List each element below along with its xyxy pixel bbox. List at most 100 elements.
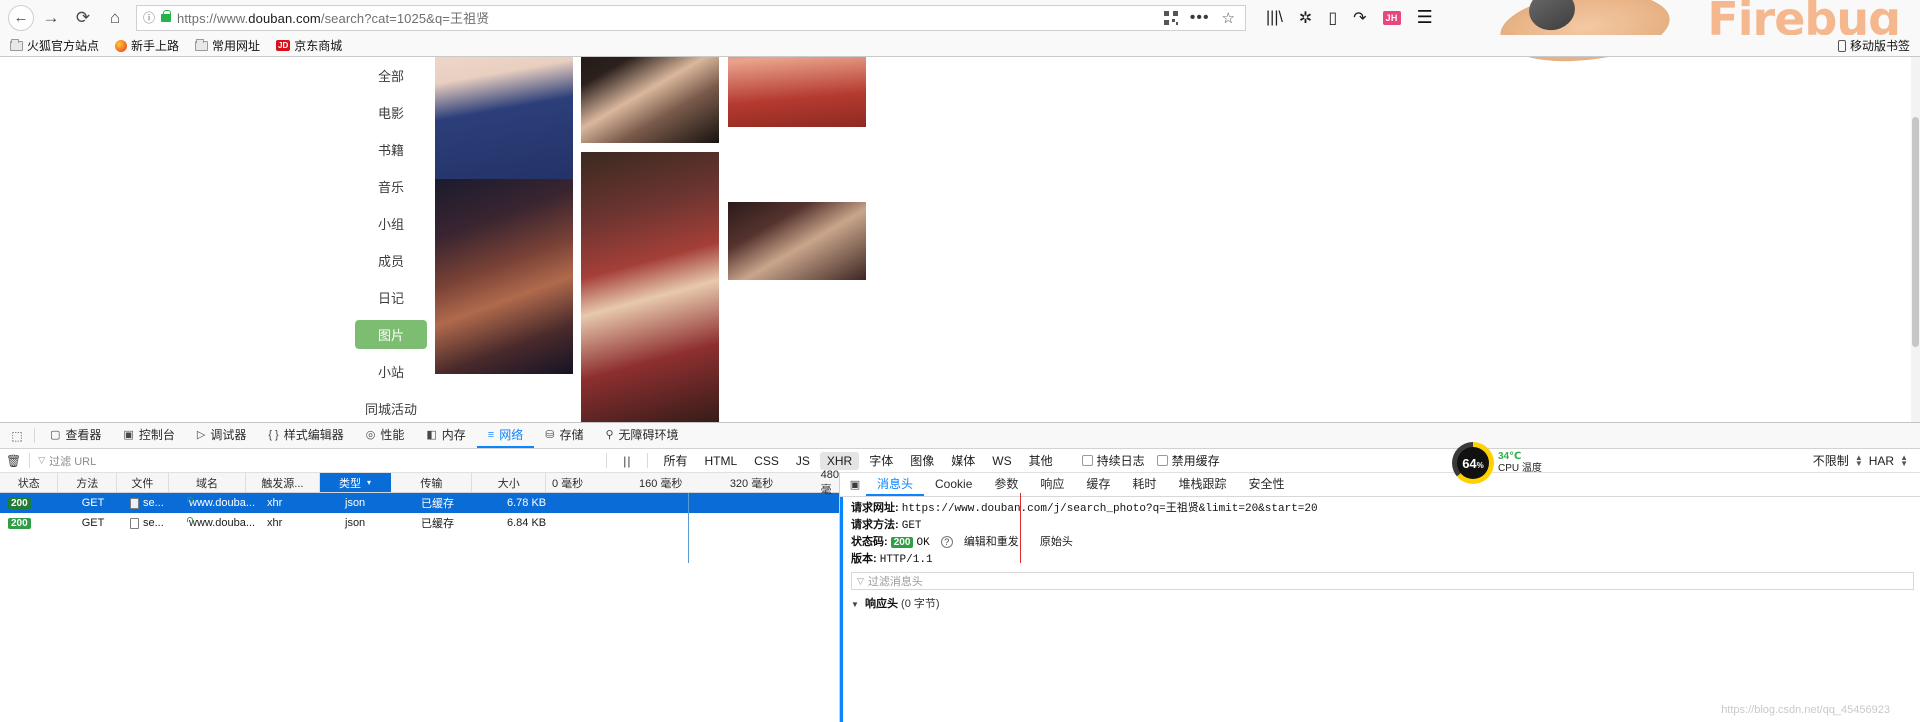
detail-tab-security[interactable]: 安全性	[1237, 473, 1295, 496]
column-header-initiator[interactable]: 触发源...	[246, 473, 320, 492]
detail-tab-timings[interactable]: 耗时	[1121, 473, 1167, 496]
throttle-stepper-icon[interactable]: ▲ ▼	[1855, 453, 1863, 467]
column-header-file[interactable]: 文件	[117, 473, 169, 492]
forward-button[interactable]: →	[36, 3, 66, 33]
tab-console[interactable]: ▣ 控制台	[112, 423, 185, 448]
sidebar-item-music[interactable]: 音乐	[355, 168, 427, 205]
column-header-transfer[interactable]: 传输	[391, 473, 473, 492]
sidebar-item-movie[interactable]: 电影	[355, 94, 427, 131]
disable-cache-checkbox[interactable]: 禁用缓存	[1156, 452, 1220, 469]
cell-file: se...	[143, 497, 164, 509]
photo-thumbnail[interactable]	[435, 57, 573, 197]
cpu-temperature-widget[interactable]: 64% 34℃ CPU 温度	[1452, 442, 1542, 484]
table-row[interactable]: 200 GET se... www.douba... xhr json 已缓存 …	[0, 493, 839, 513]
tab-storage[interactable]: ⛁ 存储	[534, 423, 594, 448]
har-stepper-icon[interactable]: ▲ ▼	[1900, 453, 1908, 467]
gear-icon[interactable]: ✲	[1299, 8, 1312, 28]
reload-button[interactable]: ⟳	[68, 3, 98, 33]
sidebar-item-book[interactable]: 书籍	[355, 131, 427, 168]
filter-js[interactable]: JS	[789, 452, 817, 470]
detail-tab-response[interactable]: 响应	[1029, 473, 1075, 496]
bookmark-item-1[interactable]: 新手上路	[115, 37, 179, 54]
tab-inspector[interactable]: ▢ 查看器	[39, 423, 112, 448]
filter-ws[interactable]: WS	[985, 452, 1018, 470]
filter-xhr[interactable]: XHR	[819, 451, 860, 470]
browser-navbar: ← → ⟳ ⌂ ⓘ https://www.douban.com/search?…	[0, 0, 1920, 69]
menu-icon[interactable]: ☰	[1417, 7, 1433, 28]
detail-tab-params[interactable]: 参数	[983, 473, 1029, 496]
detail-tab-stacktrace[interactable]: 堆栈跟踪	[1167, 473, 1237, 496]
sidebar-item-label: 书籍	[377, 143, 404, 158]
page-actions-icon[interactable]: •••	[1190, 9, 1210, 25]
sidebar-icon[interactable]: ▯	[1328, 8, 1337, 28]
sidebar-item-member[interactable]: 成员	[355, 242, 427, 279]
photo-thumbnail[interactable]	[581, 152, 719, 422]
page-scrollbar-thumb[interactable]	[1912, 117, 1919, 347]
photo-thumbnail[interactable]	[581, 57, 719, 143]
back-button[interactable]: ←	[8, 4, 34, 31]
persist-logs-checkbox[interactable]: 持续日志	[1081, 452, 1145, 469]
header-filter-input[interactable]: ▽ 过滤消息头	[851, 572, 1914, 590]
sidebar-item-diary[interactable]: 日记	[355, 279, 427, 316]
bookmark-item-0[interactable]: 火狐官方站点	[10, 37, 99, 54]
filter-other[interactable]: 其他	[1022, 450, 1060, 471]
clear-requests-icon[interactable]: 🗑	[6, 454, 21, 468]
library-icon[interactable]: |||\	[1266, 9, 1283, 27]
tab-memory[interactable]: ◧ 内存	[415, 423, 476, 448]
detail-tab-headers[interactable]: 消息头	[866, 473, 925, 496]
qr-code-icon[interactable]	[1163, 10, 1178, 25]
filter-css[interactable]: CSS	[747, 452, 786, 470]
sidebar-item-event[interactable]: 同城活动	[355, 390, 427, 422]
network-timeline-area	[0, 493, 1021, 722]
url-filter-input[interactable]: ▽ 过滤 URL	[38, 452, 598, 470]
throttle-select[interactable]: 不限制	[1813, 452, 1849, 469]
sidebar-item-all[interactable]: 全部	[355, 57, 427, 94]
photo-thumbnail[interactable]	[435, 179, 573, 374]
tab-style-editor[interactable]: { } 样式编辑器	[257, 423, 354, 448]
column-header-method[interactable]: 方法	[58, 473, 117, 492]
filter-font[interactable]: 字体	[862, 450, 900, 471]
column-header-status[interactable]: 状态	[0, 473, 59, 492]
site-info-icon[interactable]: ⓘ	[143, 9, 155, 26]
raw-headers-button[interactable]: 原始头	[1040, 536, 1073, 548]
filter-media[interactable]: 媒体	[944, 450, 982, 471]
filter-html[interactable]: HTML	[697, 452, 744, 470]
sidebar-item-site[interactable]: 小站	[355, 353, 427, 390]
tab-performance[interactable]: ◎ 性能	[355, 423, 416, 448]
mobile-bookmarks-item[interactable]: 移动版书签	[1837, 37, 1910, 54]
pause-recording-button[interactable]: ||	[615, 454, 639, 468]
bookmark-star-icon[interactable]: ☆	[1222, 9, 1235, 27]
tab-label: 无障碍环境	[618, 428, 679, 442]
table-row[interactable]: 200 GET se... www.douba... xhr json 已缓存 …	[0, 513, 839, 533]
bookmark-item-2[interactable]: 常用网址	[195, 37, 260, 54]
detail-tab-cache[interactable]: 缓存	[1075, 473, 1121, 496]
devtools-panel: ⬚ ▢ 查看器 ▣ 控制台 ▷ 调试器 { } 样式编辑器 ◎ 性能 ◧ 内存 ≡ 网络 ⛁ 存…	[0, 422, 1920, 722]
column-header-type[interactable]: 类型 ▾	[319, 473, 392, 492]
account-badge[interactable]: JH	[1382, 10, 1401, 25]
response-headers-section[interactable]: ▼ 响应头 (0 字节)	[851, 595, 1920, 611]
element-picker-icon[interactable]: ⬚	[4, 423, 30, 448]
sync-icon[interactable]: ↷	[1353, 8, 1366, 28]
sidebar-item-group[interactable]: 小组	[355, 205, 427, 242]
page-scrollbar[interactable]	[1911, 57, 1920, 422]
bookmark-item-3[interactable]: JD 京东商城	[276, 37, 342, 54]
photo-thumbnail[interactable]	[728, 57, 866, 127]
photo-thumbnail[interactable]	[728, 202, 866, 280]
filter-image[interactable]: 图像	[903, 450, 941, 471]
tab-accessibility[interactable]: ⚲ 无障碍环境	[594, 423, 689, 448]
address-bar[interactable]: ⓘ https://www.douban.com/search?cat=1025…	[136, 4, 1246, 31]
tab-network[interactable]: ≡ 网络	[476, 423, 535, 448]
detail-tab-cookie[interactable]: Cookie	[924, 473, 983, 496]
filter-all[interactable]: 所有	[656, 450, 694, 471]
home-button[interactable]: ⌂	[100, 3, 130, 33]
column-header-domain[interactable]: 域名	[169, 473, 247, 492]
tab-debugger[interactable]: ▷ 调试器	[186, 423, 257, 448]
column-header-size[interactable]: 大小	[472, 473, 546, 492]
tab-label: 存储	[559, 428, 584, 442]
har-button[interactable]: HAR	[1869, 454, 1894, 468]
sidebar-item-photo[interactable]: 图片	[355, 320, 427, 349]
folder-icon	[10, 38, 23, 51]
help-icon[interactable]: ?	[940, 536, 953, 548]
edit-and-resend-button[interactable]: 编辑和重发	[964, 536, 1019, 548]
toggle-detail-panel-icon[interactable]: ▣	[844, 473, 866, 496]
